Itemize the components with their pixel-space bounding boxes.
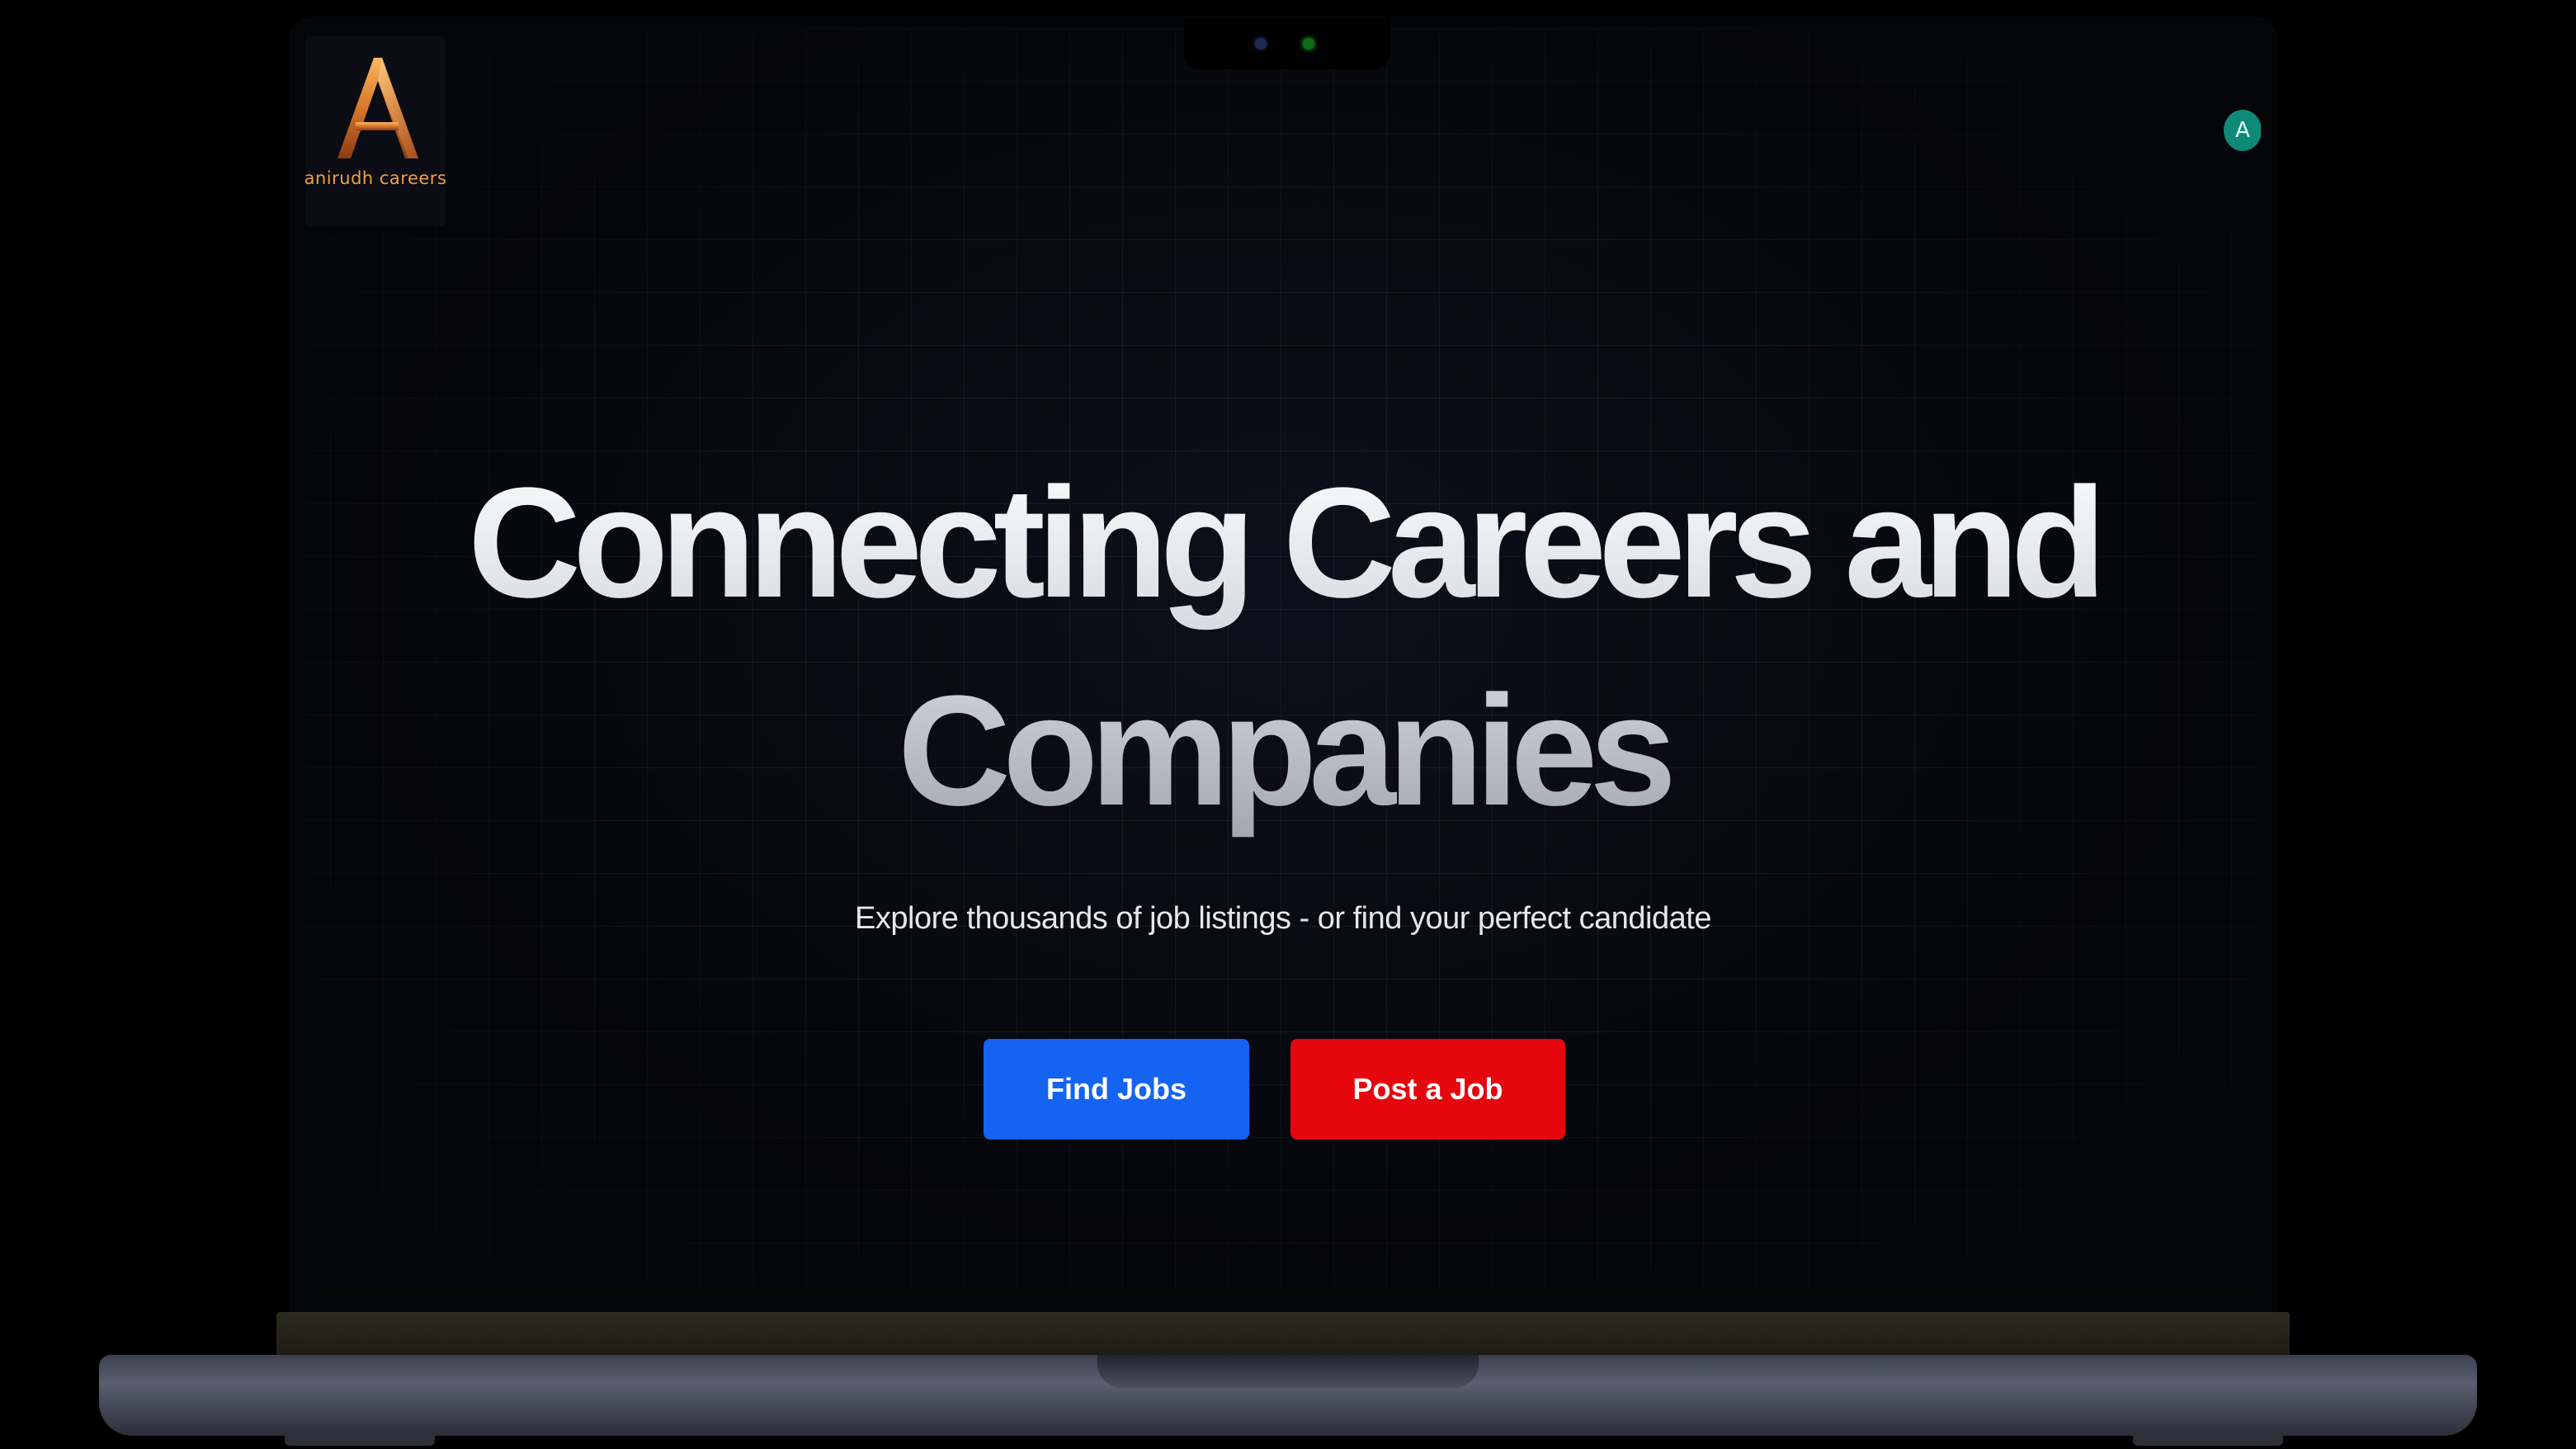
device-mockup: anirudh careers A Connecting Careers and… [0, 0, 2576, 1449]
avatar-initial: A [2235, 118, 2250, 143]
laptop-foot-left [285, 1434, 435, 1446]
brand-name: anirudh careers [305, 168, 447, 188]
hero-title: Connecting Careers and Companies [305, 439, 2261, 855]
camera-indicator-icon [1303, 38, 1314, 50]
laptop-hinge [276, 1312, 2290, 1358]
user-avatar-icon[interactable]: A [2224, 110, 2261, 151]
website-screen: anirudh careers A Connecting Careers and… [305, 28, 2261, 1289]
post-job-button[interactable]: Post a Job [1290, 1039, 1565, 1140]
letter-a-logo-icon [337, 58, 418, 158]
hero-subtitle: Explore thousands of job listings - or f… [855, 901, 1711, 936]
laptop-opening-groove [1097, 1355, 1479, 1388]
brand-logo[interactable]: anirudh careers [305, 36, 446, 226]
hero-title-line-1: Connecting Careers and [467, 455, 2099, 630]
find-jobs-button[interactable]: Find Jobs [984, 1039, 1249, 1140]
camera-notch [1184, 18, 1390, 69]
camera-lens-icon [1255, 38, 1267, 50]
hero-title-line-2: Companies [897, 663, 1669, 838]
laptop-foot-right [2133, 1434, 2283, 1446]
